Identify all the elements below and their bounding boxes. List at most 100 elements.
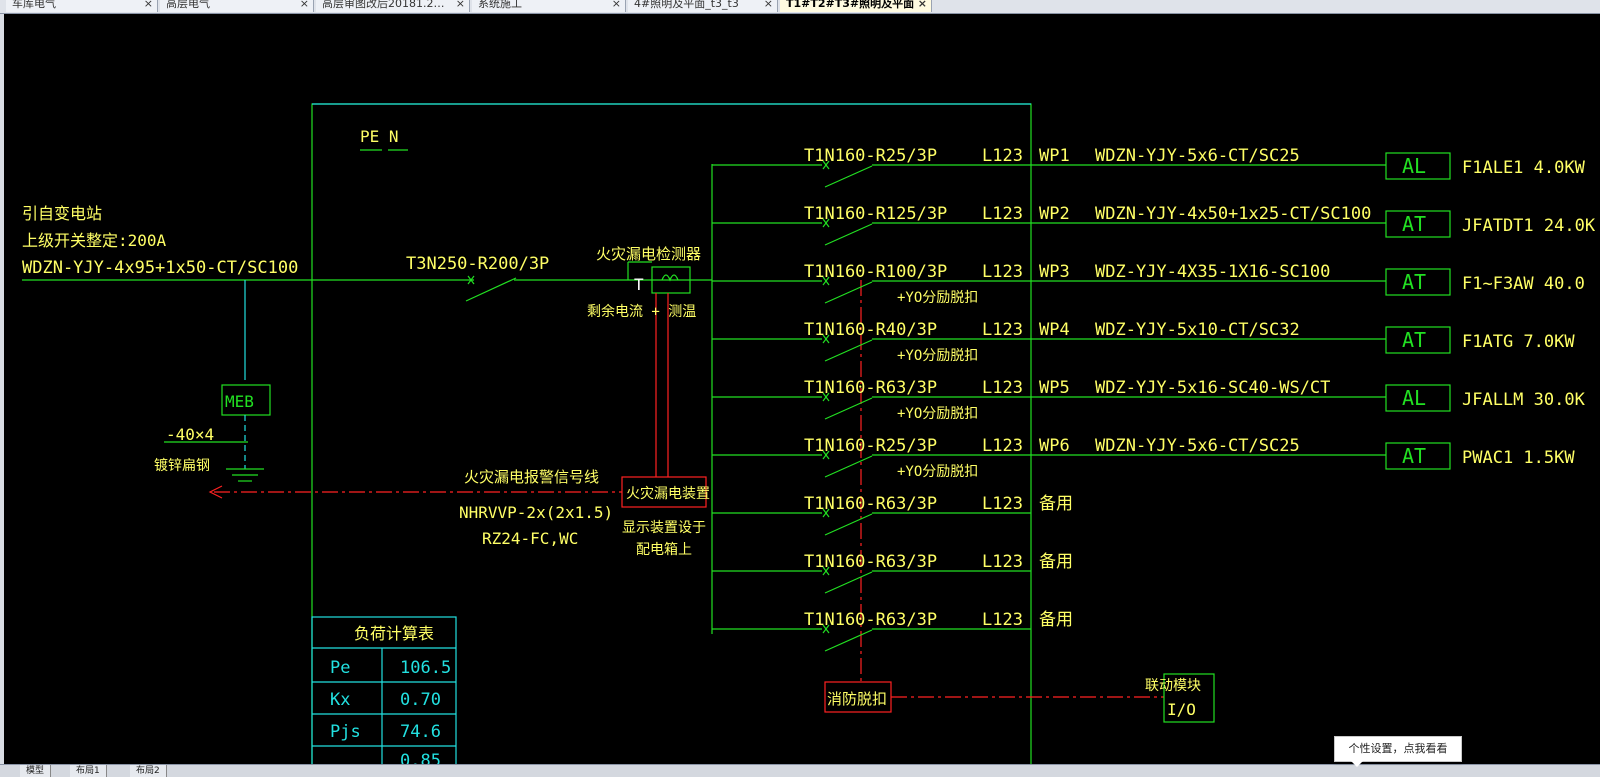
leakage-device-label: 火灾漏电装置 bbox=[626, 485, 710, 502]
fire-trip-label: 消防脱扣 bbox=[827, 690, 887, 708]
close-icon[interactable]: × bbox=[612, 0, 621, 12]
close-icon[interactable]: × bbox=[456, 0, 465, 12]
close-icon[interactable]: × bbox=[918, 0, 927, 12]
circuit-cable: WDZN-YJY-4x50+1x25-CT/SC100 bbox=[1095, 204, 1371, 224]
tab-label: T1#T2#T3#照明及平面 bbox=[786, 0, 915, 10]
circuit-breaker-symbol bbox=[824, 339, 873, 362]
sub-panel-label: AL bbox=[1402, 154, 1426, 178]
tab-6-active[interactable]: T1#T2#T3#照明及平面 × bbox=[780, 0, 932, 12]
layout-tab-model[interactable]: 模型 bbox=[20, 765, 52, 777]
circuit-load: JFALLM 30.0K bbox=[1462, 390, 1586, 410]
circuit-cable: WDZN-YJY-5x6-CT/SC25 bbox=[1095, 436, 1300, 456]
tab-5[interactable]: 4#照明及平面_t3_t3 × bbox=[628, 0, 778, 12]
sub-panel-label: AT bbox=[1402, 444, 1426, 468]
circuit-phase: L123 bbox=[982, 378, 1023, 398]
circuit-code: WP3 bbox=[1039, 262, 1070, 282]
circuit-breaker-symbol bbox=[824, 513, 873, 536]
circuit-code: WP5 bbox=[1039, 378, 1070, 398]
document-tab-bar: 车库电气 × 高层电气 × 高层审图改后20181.2… × 系统施工 × 4#照明及平… bbox=[0, 0, 1600, 14]
circuit-phase: L123 bbox=[982, 552, 1023, 572]
load-table-value: 0.85 bbox=[400, 751, 441, 764]
shunt-trip-label: +YO分励脱扣 bbox=[897, 290, 978, 306]
close-icon[interactable]: × bbox=[300, 0, 309, 12]
tab-4[interactable]: 系统施工 × bbox=[472, 0, 626, 12]
circuit-load: JFATDT1 24.0K bbox=[1462, 216, 1596, 236]
meb-label: MEB bbox=[225, 392, 254, 411]
alarm-cable-1: NHRVVP-2x(2x1.5) bbox=[459, 503, 613, 522]
circuit-breaker-label: T1N160-R63/3P bbox=[804, 378, 937, 398]
alarm-cable-2: RZ24-FC,WC bbox=[482, 529, 578, 548]
flat-steel-size: -40×4 bbox=[166, 425, 214, 444]
detector-title: 火灾漏电检测器 bbox=[596, 245, 701, 263]
circuit-phase: L123 bbox=[982, 436, 1023, 456]
shunt-trip-label: +YO分励脱扣 bbox=[897, 348, 978, 364]
detector-symbol: T bbox=[634, 275, 644, 294]
drawing-svg: 引自变电站 上级开关整定:200A WDZN-YJY-4x95+1x50-CT/… bbox=[22, 103, 1596, 764]
tab-label: 高层审图改后20181.2… bbox=[322, 0, 445, 10]
close-icon[interactable]: × bbox=[144, 0, 153, 12]
linkage-module-title: 联动模块 bbox=[1145, 678, 1201, 694]
close-icon[interactable]: × bbox=[764, 0, 773, 12]
circuit-code: WP6 bbox=[1039, 436, 1070, 456]
circuit-load: PWAC1 1.5KW bbox=[1462, 448, 1575, 468]
alarm-signal-label: 火灾漏电报警信号线 bbox=[464, 468, 599, 486]
circuit-code: 备用 bbox=[1039, 552, 1073, 572]
tab-label: 高层电气 bbox=[166, 0, 210, 10]
circuit-phase: L123 bbox=[982, 262, 1023, 282]
circuit-breaker-label: T1N160-R125/3P bbox=[804, 204, 947, 224]
pe-n-label: PE N bbox=[360, 127, 399, 146]
circuit-cable: WDZ-YJY-5x16-SC40-WS/CT bbox=[1095, 378, 1330, 398]
circuit-breaker-label: T1N160-R63/3P bbox=[804, 494, 937, 514]
tab-2[interactable]: 高层电气 × bbox=[160, 0, 314, 12]
circuit-breaker-label: T1N160-R63/3P bbox=[804, 552, 937, 572]
circuit-breaker-label: T1N160-R63/3P bbox=[804, 610, 937, 630]
main-breaker-label: T3N250-R200/3P bbox=[406, 254, 549, 274]
layout-tab-1[interactable]: 布局1 bbox=[70, 765, 107, 777]
circuit-breaker-label: T1N160-R25/3P bbox=[804, 146, 937, 166]
upstream-setting-label: 上级开关整定:200A bbox=[22, 231, 167, 250]
leakage-note-1: 显示装置设于 bbox=[622, 520, 706, 536]
circuit-code: WP1 bbox=[1039, 146, 1070, 166]
circuit-phase: L123 bbox=[982, 146, 1023, 166]
leakage-note-2: 配电箱上 bbox=[636, 542, 692, 558]
circuit-breaker-label: T1N160-R40/3P bbox=[804, 320, 937, 340]
tab-label: 4#照明及平面_t3_t3 bbox=[634, 0, 739, 10]
circuit-phase: L123 bbox=[982, 204, 1023, 224]
circuit-breaker-label: T1N160-R25/3P bbox=[804, 436, 937, 456]
drawing-canvas[interactable]: 引自变电站 上级开关整定:200A WDZN-YJY-4x95+1x50-CT/… bbox=[0, 14, 1600, 764]
circuit-breaker-symbol bbox=[824, 281, 873, 304]
circuit-breaker-symbol bbox=[824, 571, 873, 594]
tab-3[interactable]: 高层审图改后20181.2… × bbox=[316, 0, 470, 12]
tab-label: 系统施工 bbox=[478, 0, 522, 10]
tab-1[interactable]: 车库电气 × bbox=[6, 0, 158, 12]
sub-panel-label: AT bbox=[1402, 270, 1426, 294]
circuit-cable: WDZN-YJY-5x6-CT/SC25 bbox=[1095, 146, 1300, 166]
sub-panel-label: AT bbox=[1402, 212, 1426, 236]
circuit-load: F1ALE1 4.0KW bbox=[1462, 158, 1586, 178]
circuit-breaker-symbol bbox=[824, 629, 873, 652]
load-table-key: Kx bbox=[330, 690, 350, 710]
incoming-cable-label: WDZN-YJY-4x95+1x50-CT/SC100 bbox=[22, 258, 298, 278]
linkage-io-label: I/O bbox=[1167, 700, 1196, 719]
flat-steel-label: 镀锌扁钢 bbox=[154, 457, 210, 474]
circuit-code: 备用 bbox=[1039, 610, 1073, 630]
main-breaker-symbol bbox=[465, 277, 517, 302]
tab-label: 车库电气 bbox=[12, 0, 56, 10]
circuit-load: F1~F3AW 40.0 bbox=[1462, 274, 1585, 294]
load-table-value: 0.70 bbox=[400, 690, 441, 710]
load-table-key: Pe bbox=[330, 658, 350, 678]
detector-label: 剩余电流 + 测温 bbox=[587, 303, 696, 320]
circuit-load: F1ATG 7.0KW bbox=[1462, 332, 1575, 352]
settings-tooltip[interactable]: 个性设置，点我看看 bbox=[1334, 736, 1462, 767]
circuit-cable: WDZ-YJY-5x10-CT/SC32 bbox=[1095, 320, 1300, 340]
layout-tab-2[interactable]: 布局2 bbox=[130, 765, 167, 777]
circuit-breaker-symbol bbox=[824, 397, 873, 420]
shunt-trip-label: +YO分励脱扣 bbox=[897, 464, 978, 480]
sub-panel-label: AT bbox=[1402, 328, 1426, 352]
circuit-breaker-symbol bbox=[824, 165, 873, 188]
incoming-source-label: 引自变电站 bbox=[22, 204, 102, 223]
load-table-key: Pjs bbox=[330, 722, 361, 742]
shunt-trip-label: +YO分励脱扣 bbox=[897, 406, 978, 422]
load-table-value: 74.6 bbox=[400, 722, 441, 742]
circuit-phase: L123 bbox=[982, 320, 1023, 340]
